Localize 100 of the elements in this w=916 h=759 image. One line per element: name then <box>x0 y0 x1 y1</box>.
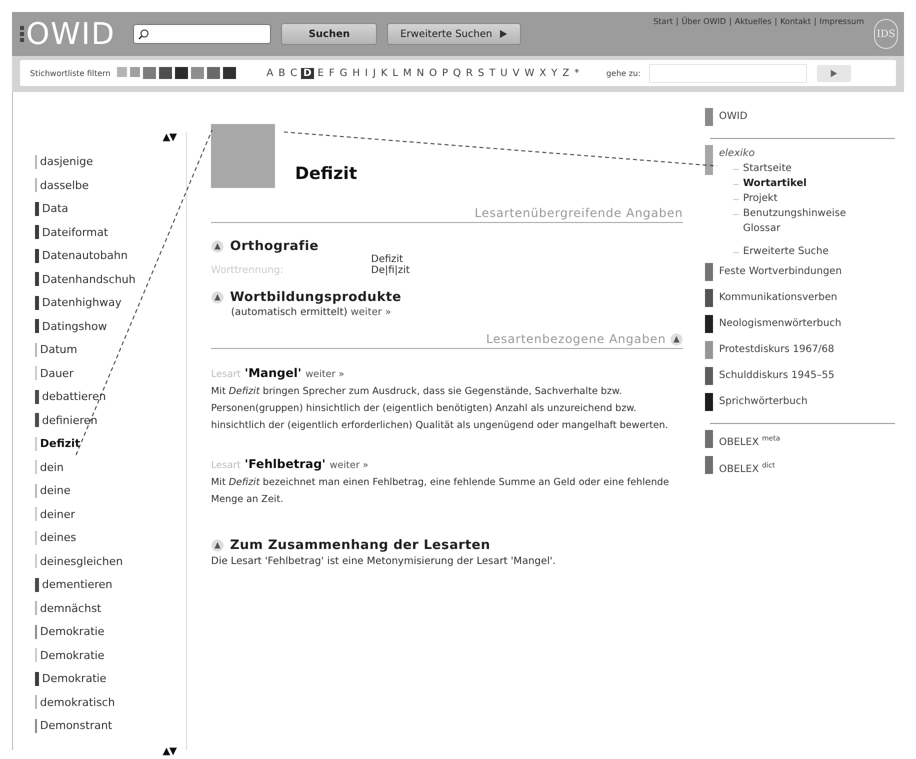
nav-link[interactable]: Feste Wortverbindungen <box>719 266 842 277</box>
search-icon <box>138 28 150 40</box>
nav-link[interactable]: elexiko <box>719 148 755 159</box>
scroll-arrows[interactable]: ▲▼ <box>35 132 186 150</box>
block-title: Zum Zusammenhang der Lesarten <box>230 538 490 553</box>
advanced-search-button[interactable]: Erweiterte Suchen <box>387 23 522 45</box>
word-item[interactable]: deiner <box>40 508 76 521</box>
letter-link[interactable]: S <box>476 68 486 78</box>
goto-field[interactable] <box>648 64 807 82</box>
emblem-logo: IDS <box>874 19 898 49</box>
color-swatch[interactable] <box>222 67 236 79</box>
word-item[interactable]: Datenautobahn <box>42 249 128 262</box>
header-link[interactable]: Impressum <box>820 17 864 26</box>
letter-link[interactable]: H <box>351 68 361 78</box>
letter-link[interactable]: V <box>512 68 520 78</box>
word-item[interactable]: dementieren <box>42 578 112 592</box>
word-item[interactable]: deine <box>40 484 71 498</box>
nav-link[interactable]: Schulddiskurs 1945–55 <box>719 370 834 381</box>
field-value: Defizit <box>371 254 404 265</box>
word-item[interactable]: Dauer <box>40 366 74 380</box>
letter-link[interactable]: N <box>416 68 426 78</box>
nav-link[interactable]: Sprichwörterbuch <box>719 396 808 407</box>
nav-sublink[interactable]: Benutzungshinweise Glossar <box>743 206 853 236</box>
section-heading: Lesartenübergreifende Angaben <box>474 206 683 220</box>
word-item[interactable]: Defizit <box>40 437 80 450</box>
nav-link[interactable]: Protestdiskurs 1967/68 <box>719 344 834 355</box>
header-link[interactable]: Kontakt <box>780 17 811 26</box>
go-button[interactable] <box>816 64 851 82</box>
filter-label: Stichwortliste filtern <box>30 68 111 78</box>
nav-link[interactable]: Kommunikationsverben <box>719 292 838 303</box>
word-item[interactable]: deines <box>40 531 76 544</box>
letter-link[interactable]: X <box>538 68 548 78</box>
word-item[interactable]: deinesgleichen <box>40 554 123 568</box>
nav-sublink[interactable]: Erweiterte Suche <box>743 244 853 259</box>
color-swatch[interactable] <box>190 67 204 79</box>
color-swatch[interactable] <box>116 67 127 77</box>
nav-link[interactable]: OBELEX $^{dict}$ <box>719 464 775 475</box>
nav-link[interactable]: Neologismenwörterbuch <box>719 318 842 329</box>
letter-link[interactable]: D <box>301 68 314 78</box>
nav-link[interactable]: OWID <box>719 111 748 122</box>
word-item[interactable]: Demokratie <box>40 648 104 662</box>
word-item[interactable]: dasselbe <box>40 178 89 192</box>
letter-link[interactable]: C <box>289 68 298 78</box>
scroll-arrows[interactable]: ▲▼ <box>35 746 186 759</box>
word-item[interactable]: Dateiformat <box>42 226 108 239</box>
color-swatch[interactable] <box>158 67 172 79</box>
letter-link[interactable]: P <box>440 68 449 78</box>
word-item[interactable]: dein <box>40 460 64 474</box>
letter-link[interactable]: I <box>364 68 369 78</box>
definition-text: Mit Defizit bringen Sprecher zum Ausdruck, dass sie Gegenstände, Sachverhalte bzw. Personen(gruppen) hinsichtlich der (eigentlich benötigten) Anzahl als unzureichend bzw. hinsichtlich der (eigentlich erforderlichen) Qualität als ungenügend oder mangelhaft bewerten. <box>211 385 670 433</box>
header-link[interactable]: Start <box>653 17 673 26</box>
word-item[interactable]: debattieren <box>42 390 106 404</box>
word-item[interactable]: Data <box>42 202 68 216</box>
color-swatch[interactable] <box>142 67 156 79</box>
nav-sublink[interactable]: Wortartikel <box>743 176 853 191</box>
letter-link[interactable]: E <box>316 68 325 78</box>
letter-link[interactable]: Z <box>561 68 570 78</box>
word-item[interactable]: Demokratie <box>42 672 106 686</box>
letter-link[interactable]: U <box>499 68 509 78</box>
letter-link[interactable]: J <box>372 68 377 78</box>
word-item[interactable]: dasjenige <box>40 155 94 168</box>
letter-link[interactable]: A <box>266 68 274 78</box>
letter-link[interactable]: G <box>338 68 348 78</box>
letter-link[interactable]: O <box>428 68 438 78</box>
letter-link[interactable]: * <box>573 68 580 78</box>
letter-link[interactable]: F <box>328 68 336 78</box>
block-title: Orthografie <box>230 239 319 254</box>
letter-link[interactable]: Q <box>452 68 462 78</box>
search-field[interactable] <box>133 24 272 44</box>
more-link[interactable]: weiter » <box>305 366 344 383</box>
word-item[interactable]: Datenhandschuh <box>42 272 136 286</box>
word-item[interactable]: demokratisch <box>40 696 115 709</box>
letter-link[interactable]: B <box>277 68 286 78</box>
word-item[interactable]: Datingshow <box>42 320 107 333</box>
header-link[interactable]: Aktuelles <box>734 17 772 26</box>
word-item[interactable]: Datum <box>40 343 78 356</box>
letter-link[interactable]: Y <box>550 68 558 78</box>
color-swatch[interactable] <box>174 67 188 79</box>
nav-sublink[interactable]: Startseite <box>743 161 853 176</box>
word-item[interactable]: definieren <box>42 414 98 427</box>
search-button[interactable]: Suchen <box>281 23 378 45</box>
color-swatch[interactable] <box>206 67 220 79</box>
letter-link[interactable]: L <box>391 68 399 78</box>
letter-link[interactable]: T <box>488 68 496 78</box>
word-item[interactable]: demnächst <box>40 602 102 615</box>
nav-link[interactable]: OBELEX $^{meta}$ <box>719 437 780 448</box>
word-item[interactable]: Demokratie <box>40 625 104 638</box>
word-item[interactable]: Datenhighway <box>42 296 122 310</box>
more-link[interactable]: weiter » <box>330 457 369 474</box>
more-link[interactable]: weiter » <box>350 307 392 318</box>
letter-link[interactable]: K <box>380 68 388 78</box>
color-swatch[interactable] <box>130 67 140 77</box>
sense-label: Lesart <box>211 459 241 473</box>
letter-link[interactable]: M <box>402 68 413 78</box>
letter-link[interactable]: W <box>523 68 536 78</box>
header-link[interactable]: Über OWID <box>682 17 726 26</box>
separator: | <box>729 17 732 26</box>
letter-link[interactable]: R <box>464 68 474 78</box>
nav-sublink[interactable]: Projekt <box>743 191 853 206</box>
word-item[interactable]: Demonstrant <box>40 719 112 732</box>
